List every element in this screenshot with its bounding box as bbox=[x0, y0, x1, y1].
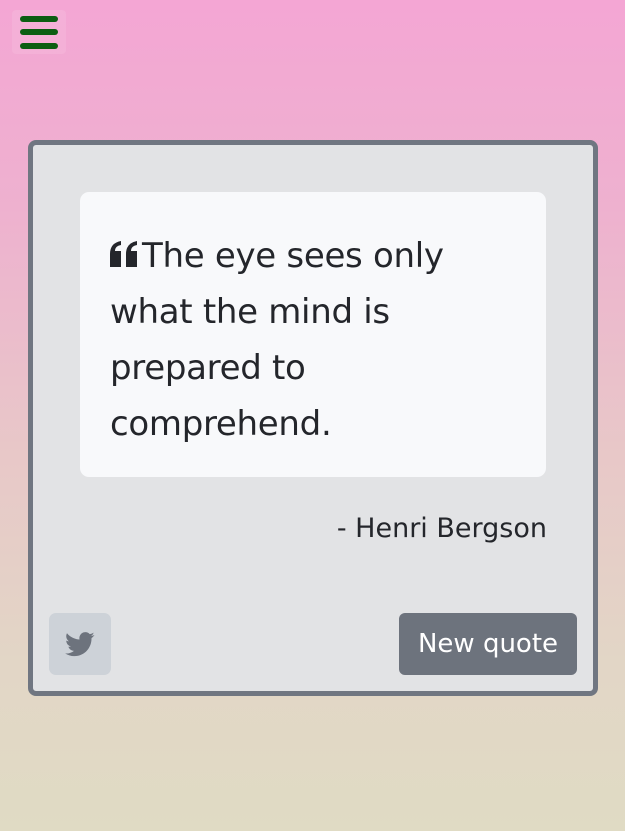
new-quote-button[interactable]: New quote bbox=[399, 613, 577, 675]
quote-text: The eye sees only what the mind is prepa… bbox=[110, 236, 444, 444]
hamburger-menu-icon bbox=[20, 15, 58, 49]
tweet-quote-button[interactable] bbox=[49, 613, 111, 675]
quote-box: The eye sees only what the mind is prepa… bbox=[80, 192, 546, 477]
quote-paragraph: The eye sees only what the mind is prepa… bbox=[110, 228, 516, 452]
menu-toggle-button[interactable] bbox=[12, 10, 66, 54]
quote-author: - Henri Bergson bbox=[336, 513, 547, 544]
quote-card: The eye sees only what the mind is prepa… bbox=[28, 140, 598, 696]
quote-left-icon bbox=[110, 241, 138, 267]
twitter-icon bbox=[65, 631, 95, 656]
